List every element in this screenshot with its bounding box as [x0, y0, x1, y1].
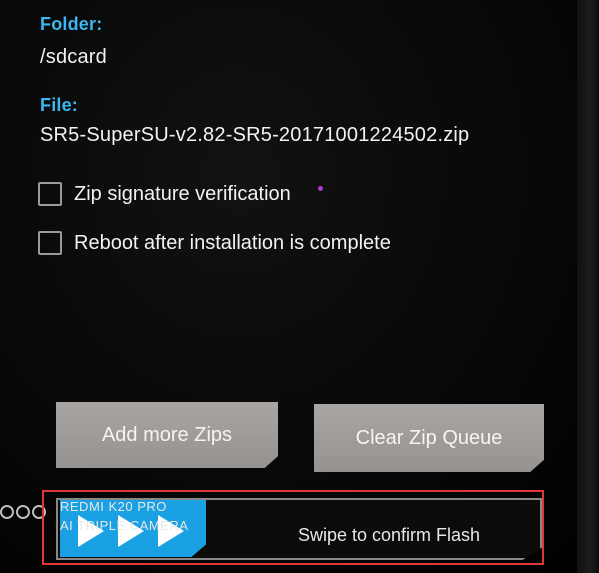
circle-icon: [16, 505, 30, 519]
touch-indicator-dot: [318, 186, 323, 191]
zip-signature-checkbox[interactable]: [38, 182, 62, 206]
zip-signature-label: Zip signature verification: [74, 182, 291, 205]
reboot-after-option[interactable]: Reboot after installation is complete: [38, 231, 391, 255]
watermark-logo: [0, 505, 46, 519]
reboot-after-checkbox[interactable]: [38, 231, 62, 255]
circle-icon: [0, 505, 14, 519]
reboot-after-label: Reboot after installation is complete: [74, 231, 391, 254]
folder-value: /sdcard: [40, 46, 107, 68]
twrp-install-screen: Folder: /sdcard File: SR5-SuperSU-v2.82-…: [0, 0, 599, 573]
zip-signature-option[interactable]: Zip signature verification: [38, 182, 291, 206]
folder-label: Folder:: [40, 14, 103, 34]
highlight-box: [42, 490, 544, 565]
clear-zip-queue-button[interactable]: Clear Zip Queue: [314, 404, 544, 472]
device-bezel: [577, 0, 599, 573]
add-more-zips-button[interactable]: Add more Zips: [56, 402, 278, 468]
file-label: File:: [40, 95, 79, 115]
file-value: SR5-SuperSU-v2.82-SR5-20171001224502.zip: [40, 124, 470, 146]
